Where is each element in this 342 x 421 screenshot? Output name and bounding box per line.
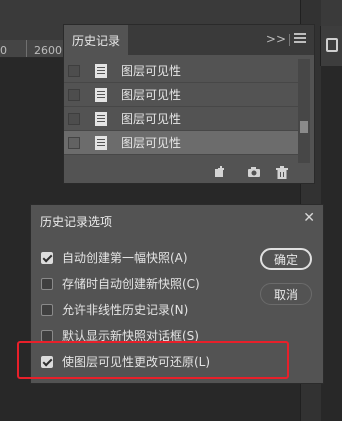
option-label: 存储时自动创建新快照(C)	[62, 277, 200, 291]
ruler-divider	[26, 40, 27, 57]
header-divider	[289, 34, 290, 46]
collapse-panel-button[interactable]: >>	[266, 32, 286, 46]
option-allow-non-linear-history[interactable]: 允许非线性历史记录(N)	[41, 301, 188, 318]
new-document-from-state-icon[interactable]	[214, 166, 228, 181]
camera-icon[interactable]	[247, 166, 261, 181]
option-auto-create-first-snapshot[interactable]: 自动创建第一幅快照(A)	[41, 249, 188, 266]
history-state-row[interactable]: 图层可见性	[64, 83, 298, 107]
cancel-button[interactable]: 取消	[260, 283, 312, 305]
ok-button[interactable]: 确定	[260, 248, 312, 270]
scrollbar-thumb[interactable]	[300, 121, 308, 133]
highlight-annotation	[17, 341, 289, 379]
history-brush-source-checkbox[interactable]	[68, 88, 80, 101]
history-state-label: 图层可见性	[121, 136, 182, 150]
checkbox[interactable]	[41, 329, 53, 342]
history-panel: 历史记录 >> 图层可见性 图层可见性 图层可见性 图层可见性	[63, 24, 315, 184]
panel-menu-icon[interactable]	[294, 33, 306, 45]
document-icon	[95, 63, 107, 78]
history-state-row[interactable]: 图层可见性	[64, 131, 298, 155]
properties-icon	[326, 38, 338, 52]
ruler-number: 2600	[34, 44, 62, 57]
checkbox-checked[interactable]	[41, 251, 53, 264]
checkbox[interactable]	[41, 303, 53, 316]
history-list: 图层可见性 图层可见性 图层可见性 图层可见性	[64, 59, 298, 155]
history-state-row[interactable]: 图层可见性	[64, 59, 298, 83]
panel-header: 历史记录 >>	[64, 25, 314, 55]
document-icon	[95, 87, 107, 102]
history-brush-source-checkbox[interactable]	[68, 112, 80, 125]
panel-footer	[64, 161, 314, 183]
option-auto-create-snapshot-on-save[interactable]: 存储时自动创建新快照(C)	[41, 275, 200, 292]
trash-icon[interactable]	[276, 166, 288, 182]
history-state-label: 图层可见性	[121, 88, 182, 102]
history-brush-source-checkbox[interactable]	[68, 136, 80, 149]
option-label: 自动创建第一幅快照(A)	[62, 251, 188, 265]
dialog-title: 历史记录选项	[40, 215, 113, 229]
document-icon	[95, 135, 107, 150]
history-brush-source-checkbox[interactable]	[68, 64, 80, 77]
close-icon[interactable]: ✕	[303, 210, 315, 226]
document-icon	[95, 111, 107, 126]
tab-history[interactable]: 历史记录	[64, 25, 129, 55]
history-state-label: 图层可见性	[121, 112, 182, 126]
ruler-number: 0	[0, 44, 7, 57]
checkbox[interactable]	[41, 277, 53, 290]
option-label: 允许非线性历史记录(N)	[62, 303, 189, 317]
history-state-label: 图层可见性	[121, 64, 182, 78]
history-state-row[interactable]: 图层可见性	[64, 107, 298, 131]
history-scrollbar[interactable]	[298, 59, 310, 163]
